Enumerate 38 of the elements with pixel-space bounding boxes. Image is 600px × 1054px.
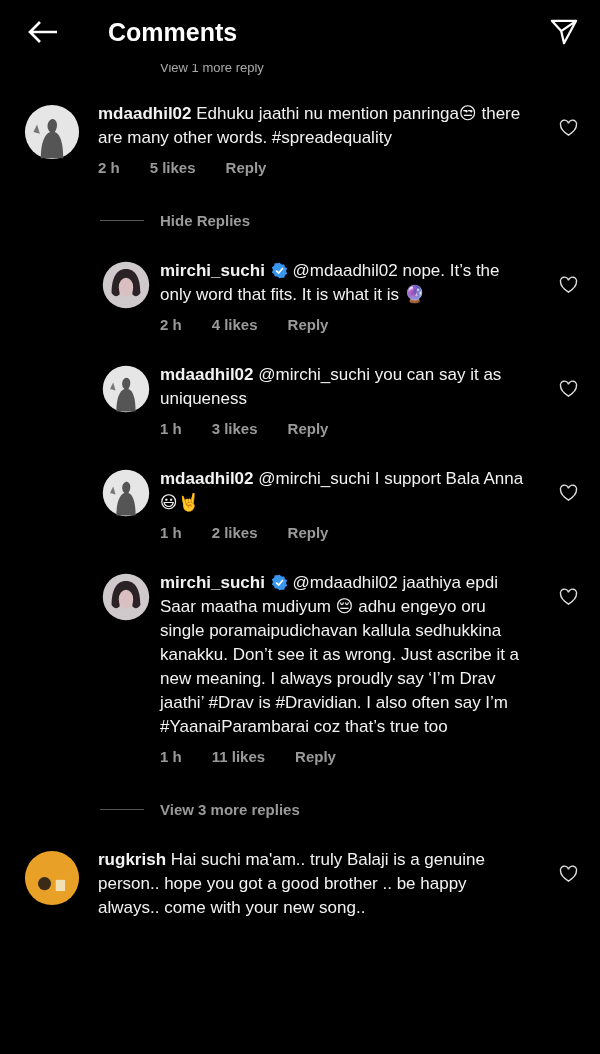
like-heart-icon[interactable] (559, 276, 578, 294)
comment-text: rugkrish Hai suchi ma'am.. truly Balaji is a genuine person.. hope you got a good brother .. be happy always.. come with your new song.. (98, 849, 486, 919)
comment-time: 2 h (160, 316, 182, 333)
comment-time: 1 h (160, 748, 182, 765)
avatar[interactable] (24, 850, 80, 906)
comment-time: 2 h (98, 159, 120, 176)
comment-text: mdaadhil02 Edhuku jaathi nu mention panringa😒 there are many other words. #spreadequality (98, 103, 522, 149)
avatar[interactable] (24, 104, 80, 160)
avatar[interactable] (102, 573, 150, 621)
send-icon[interactable] (550, 18, 578, 46)
replies-toggle-link[interactable]: View 3 more replies (160, 801, 300, 818)
reply-link[interactable]: Reply (287, 524, 329, 541)
screen-title: Comments (108, 17, 239, 47)
comment-text: mirchi_suchi @mdaadhil02 jaathiya epdi Saar maatha mudiyum 😔 adhu engeyo oru single poramaipudichavan kallula sedhukkina kanakku. Don’t see it as wrong. Just ascribe it a new meaning. I always proudly say ‘I’m Drav jaathi’ #Drav is #Dravidian. I also often say I’m #YaanaiParambarai coz that’s true too (160, 572, 521, 738)
like-heart-icon[interactable] (559, 484, 578, 502)
avatar[interactable] (102, 469, 150, 517)
comment-text: mdaadhil02 @mirchi_suchi I support Bala Anna 😃🤘 (160, 468, 525, 514)
like-count[interactable]: 3 likes (211, 420, 258, 437)
like-count[interactable]: 5 likes (149, 159, 196, 176)
like-count[interactable]: 11 likes (211, 748, 266, 765)
reply-link[interactable]: Reply (225, 159, 267, 176)
comment-text: mirchi_suchi @mdaadhil02 nope. It’s the only word that fits. It is what it is 🔮 (160, 260, 501, 306)
comment-time: 1 h (160, 524, 182, 541)
replies-toggle-link[interactable]: Hide Replies (160, 212, 251, 229)
like-heart-icon[interactable] (559, 865, 578, 883)
reply-link[interactable]: Reply (287, 420, 329, 437)
comment-text: mdaadhil02 @mirchi_suchi you can say it as uniqueness (160, 364, 503, 410)
like-heart-icon[interactable] (559, 588, 578, 606)
back-arrow-icon[interactable] (26, 20, 60, 44)
avatar[interactable] (102, 261, 150, 309)
like-heart-icon[interactable] (559, 119, 578, 137)
reply-link[interactable]: Reply (295, 748, 336, 765)
like-count[interactable]: 4 likes (211, 316, 258, 333)
comment-time: 1 h (160, 420, 182, 437)
reply-link[interactable]: Reply (287, 316, 329, 333)
avatar[interactable] (102, 365, 150, 413)
like-count[interactable]: 2 likes (211, 524, 258, 541)
like-heart-icon[interactable] (559, 380, 578, 398)
